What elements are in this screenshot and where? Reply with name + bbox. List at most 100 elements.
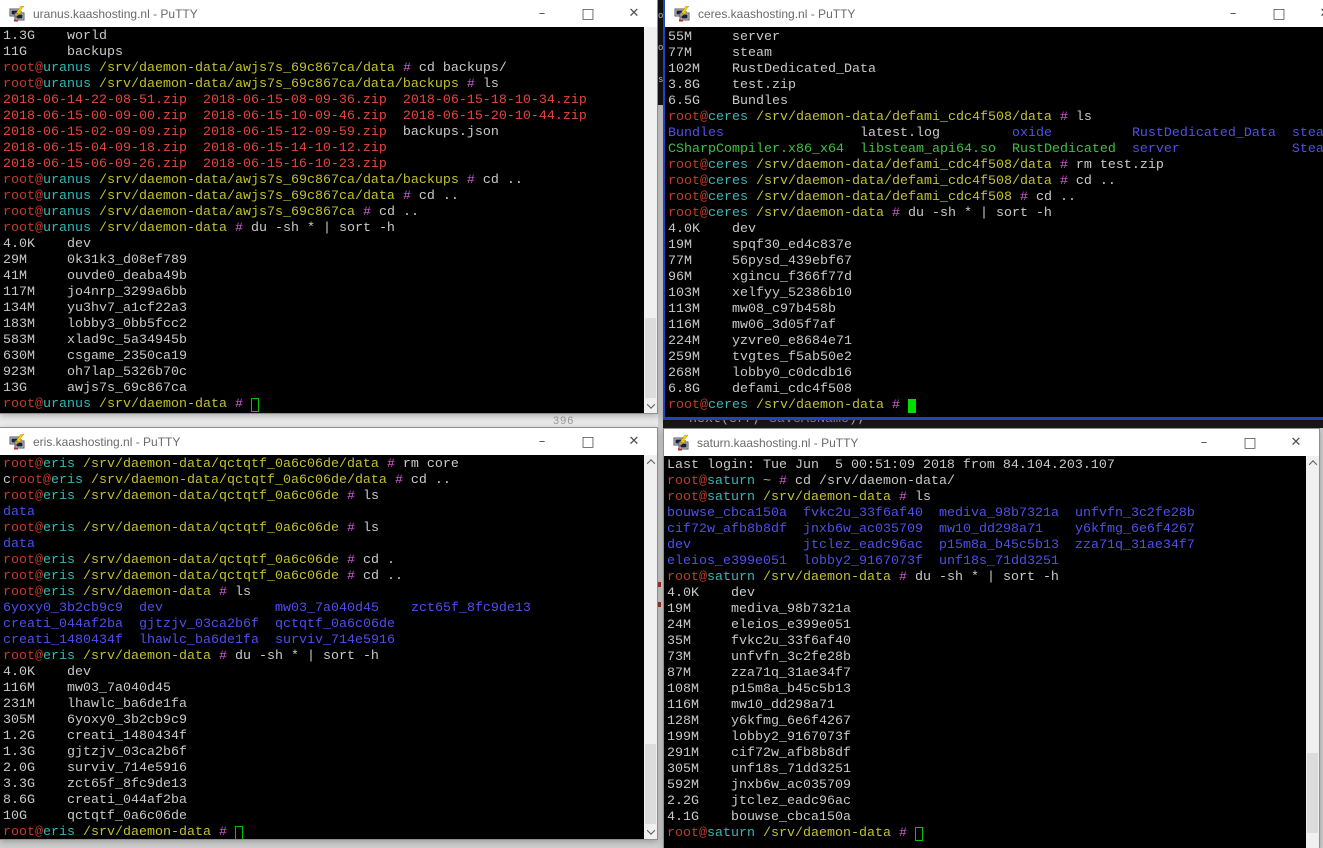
terminal-cursor <box>251 398 259 412</box>
scroll-down-arrow-icon[interactable] <box>644 825 657 839</box>
terminal-line: 41M ouvde0_deaba49b <box>3 269 644 285</box>
background-code-strip: next(err, SaveAsName); <box>663 420 1323 428</box>
window-title: eris.kaashosting.nl - PuTTY <box>33 435 519 449</box>
terminal-output-eris[interactable]: root@eris /srv/daemon-data/qctqtf_0a6c06… <box>0 455 644 839</box>
terminal-line: 77M 56pysd_439ebf67 <box>668 254 1323 270</box>
maximize-button[interactable]: □ <box>565 0 611 27</box>
titlebar-ceres[interactable]: ceres.kaashosting.nl - PuTTY – □ ✕ <box>665 0 1323 27</box>
close-button[interactable]: ✕ <box>1273 429 1319 456</box>
scrollbar-thumb[interactable] <box>1307 753 1318 833</box>
putty-window-saturn: saturn.kaashosting.nl - PuTTY – □ ✕ Last… <box>663 428 1320 848</box>
terminal-output-ceres[interactable]: 55M server77M steam102M RustDedicated_Da… <box>665 28 1323 417</box>
terminal-line: 305M 6yoxy0_3b2cb9c9 <box>3 713 644 729</box>
terminal-line: eleios_e399e051 lobby2_9167073f unf18s_7… <box>667 554 1306 570</box>
putty-icon <box>9 6 25 22</box>
minimize-button[interactable]: – <box>519 0 565 27</box>
terminal-line: creati_044af2ba gjtzjv_03ca2b6f qctqtf_0… <box>3 617 644 633</box>
minimize-button[interactable]: – <box>519 428 565 455</box>
terminal-line: 102M RustDedicated_Data <box>668 62 1323 78</box>
terminal-line: 73M unfvfn_3c2fe28b <box>667 650 1306 666</box>
terminal-line: dev jtclez_eadc96ac p15m8a_b45c5b13 zza7… <box>667 538 1306 554</box>
terminal-line: 592M jnxb6w_ac035709 <box>667 778 1306 794</box>
terminal-line: root@uranus /srv/daemon-data/awjs7s_69c8… <box>3 173 644 189</box>
close-button[interactable]: ✕ <box>1302 0 1323 27</box>
terminal-line: 2018-06-15-04-09-18.zip 2018-06-15-14-10… <box>3 141 644 157</box>
scroll-up-arrow-icon[interactable] <box>644 455 657 469</box>
terminal-line: root@saturn /srv/daemon-data # ls <box>667 490 1306 506</box>
terminal-line: 24M eleios_e399e051 <box>667 618 1306 634</box>
titlebar-saturn[interactable]: saturn.kaashosting.nl - PuTTY – □ ✕ <box>664 429 1319 456</box>
close-button[interactable]: ✕ <box>611 0 657 27</box>
terminal-line: 35M fvkc2u_33f6af40 <box>667 634 1306 650</box>
scrollbar-saturn[interactable] <box>1306 456 1319 848</box>
window-title: ceres.kaashosting.nl - PuTTY <box>698 7 1210 21</box>
terminal-output-saturn[interactable]: Last login: Tue Jun 5 00:51:09 2018 from… <box>664 456 1306 848</box>
terminal-line: 96M xgincu_f366f77d <box>668 270 1323 286</box>
terminal-line: 199M lobby2_9167073f <box>667 730 1306 746</box>
terminal-line: 77M steam <box>668 46 1323 62</box>
terminal-line: root@ceres /srv/daemon-data/defami_cdc4f… <box>668 174 1323 190</box>
terminal-line: 128M y6kfmg_6e6f4267 <box>667 714 1306 730</box>
maximize-button[interactable]: □ <box>1256 0 1302 27</box>
putty-window-eris: eris.kaashosting.nl - PuTTY – □ ✕ root@e… <box>0 427 658 840</box>
terminal-line: root@eris /srv/daemon-data/qctqtf_0a6c06… <box>3 489 644 505</box>
terminal-line: root@uranus /srv/daemon-data/awjs7s_69c8… <box>3 189 644 205</box>
terminal-cursor <box>908 399 916 413</box>
terminal-line: root@eris /srv/daemon-data/qctqtf_0a6c06… <box>3 521 644 537</box>
window-controls: – □ ✕ <box>519 428 657 455</box>
scrollbar-eris[interactable] <box>644 455 657 839</box>
terminal-output-uranus[interactable]: 1.3G world11G backupsroot@uranus /srv/da… <box>0 27 644 413</box>
scrollbar-thumb[interactable] <box>645 318 656 398</box>
terminal-line: cif72w_afb8b8df jnxb6w_ac035709 mw10_dd2… <box>667 522 1306 538</box>
terminal-line: Bundles latest.log oxide RustDedicated_D… <box>668 126 1323 142</box>
maximize-button[interactable]: □ <box>1227 429 1273 456</box>
terminal-line: 116M mw03_7a040d45 <box>3 681 644 697</box>
scrollbar-uranus[interactable] <box>644 27 657 413</box>
terminal-line: root@ceres /srv/daemon-data/defami_cdc4f… <box>668 190 1323 206</box>
terminal-line: data <box>3 537 644 553</box>
window-controls: – □ ✕ <box>1210 0 1323 27</box>
minimize-button[interactable]: – <box>1181 429 1227 456</box>
terminal-line: 923M oh7lap_5326b70c <box>3 365 644 381</box>
terminal-line: 231M lhawlc_ba6de1fa <box>3 697 644 713</box>
window-title: saturn.kaashosting.nl - PuTTY <box>697 436 1181 450</box>
close-button[interactable]: ✕ <box>611 428 657 455</box>
scroll-down-arrow-icon[interactable] <box>644 399 657 413</box>
terminal-line: data <box>3 505 644 521</box>
terminal-line: root@uranus /srv/daemon-data # <box>3 397 644 413</box>
terminal-line: 8.6G creati_044af2ba <box>3 793 644 809</box>
terminal-line: 224M yzvre0_e8684e71 <box>668 334 1323 350</box>
terminal-line: 630M csgame_2350ca19 <box>3 349 644 365</box>
scroll-up-arrow-icon[interactable] <box>1306 456 1319 470</box>
terminal-cursor <box>915 827 923 841</box>
putty-icon <box>9 434 25 450</box>
terminal-line: 4.0K dev <box>3 237 644 253</box>
desktop: { "palette": { "prompt_red": "#c23b2b", … <box>0 0 1323 840</box>
terminal-line: Last login: Tue Jun 5 00:51:09 2018 from… <box>667 458 1306 474</box>
terminal-line: root@uranus /srv/daemon-data/awjs7s_69c8… <box>3 61 644 77</box>
terminal-line: root@ceres /srv/daemon-data # du -sh * |… <box>668 206 1323 222</box>
putty-window-uranus: uranus.kaashosting.nl - PuTTY – □ ✕ 1.3G… <box>0 0 658 414</box>
terminal-line: root@eris /srv/daemon-data # ls <box>3 585 644 601</box>
terminal-line: root@eris /srv/daemon-data/qctqtf_0a6c06… <box>3 553 644 569</box>
terminal-line: 55M server <box>668 30 1323 46</box>
titlebar-uranus[interactable]: uranus.kaashosting.nl - PuTTY – □ ✕ <box>0 0 657 27</box>
window-title: uranus.kaashosting.nl - PuTTY <box>33 7 519 21</box>
terminal-line: 259M tvgtes_f5ab50e2 <box>668 350 1323 366</box>
terminal-line: 1.2G creati_1480434f <box>3 729 644 745</box>
terminal-line: root@saturn /srv/daemon-data # du -sh * … <box>667 570 1306 586</box>
titlebar-eris[interactable]: eris.kaashosting.nl - PuTTY – □ ✕ <box>0 428 657 455</box>
terminal-line: 268M lobby0_c0dcdb16 <box>668 366 1323 382</box>
terminal-line: 4.0K dev <box>3 665 644 681</box>
terminal-line: 3.3G zct65f_8fc9de13 <box>3 777 644 793</box>
terminal-line: 2018-06-14-22-08-51.zip 2018-06-15-08-09… <box>3 93 644 109</box>
window-controls: – □ ✕ <box>1181 429 1319 456</box>
scrollbar-thumb[interactable] <box>645 744 656 824</box>
terminal-line: 19M spqf30_ed4c837e <box>668 238 1323 254</box>
maximize-button[interactable]: □ <box>565 428 611 455</box>
terminal-line: 13G awjs7s_69c867ca <box>3 381 644 397</box>
terminal-line: 305M unf18s_71dd3251 <box>667 762 1306 778</box>
terminal-line: 11G backups <box>3 45 644 61</box>
minimize-button[interactable]: – <box>1210 0 1256 27</box>
putty-icon <box>673 435 689 451</box>
